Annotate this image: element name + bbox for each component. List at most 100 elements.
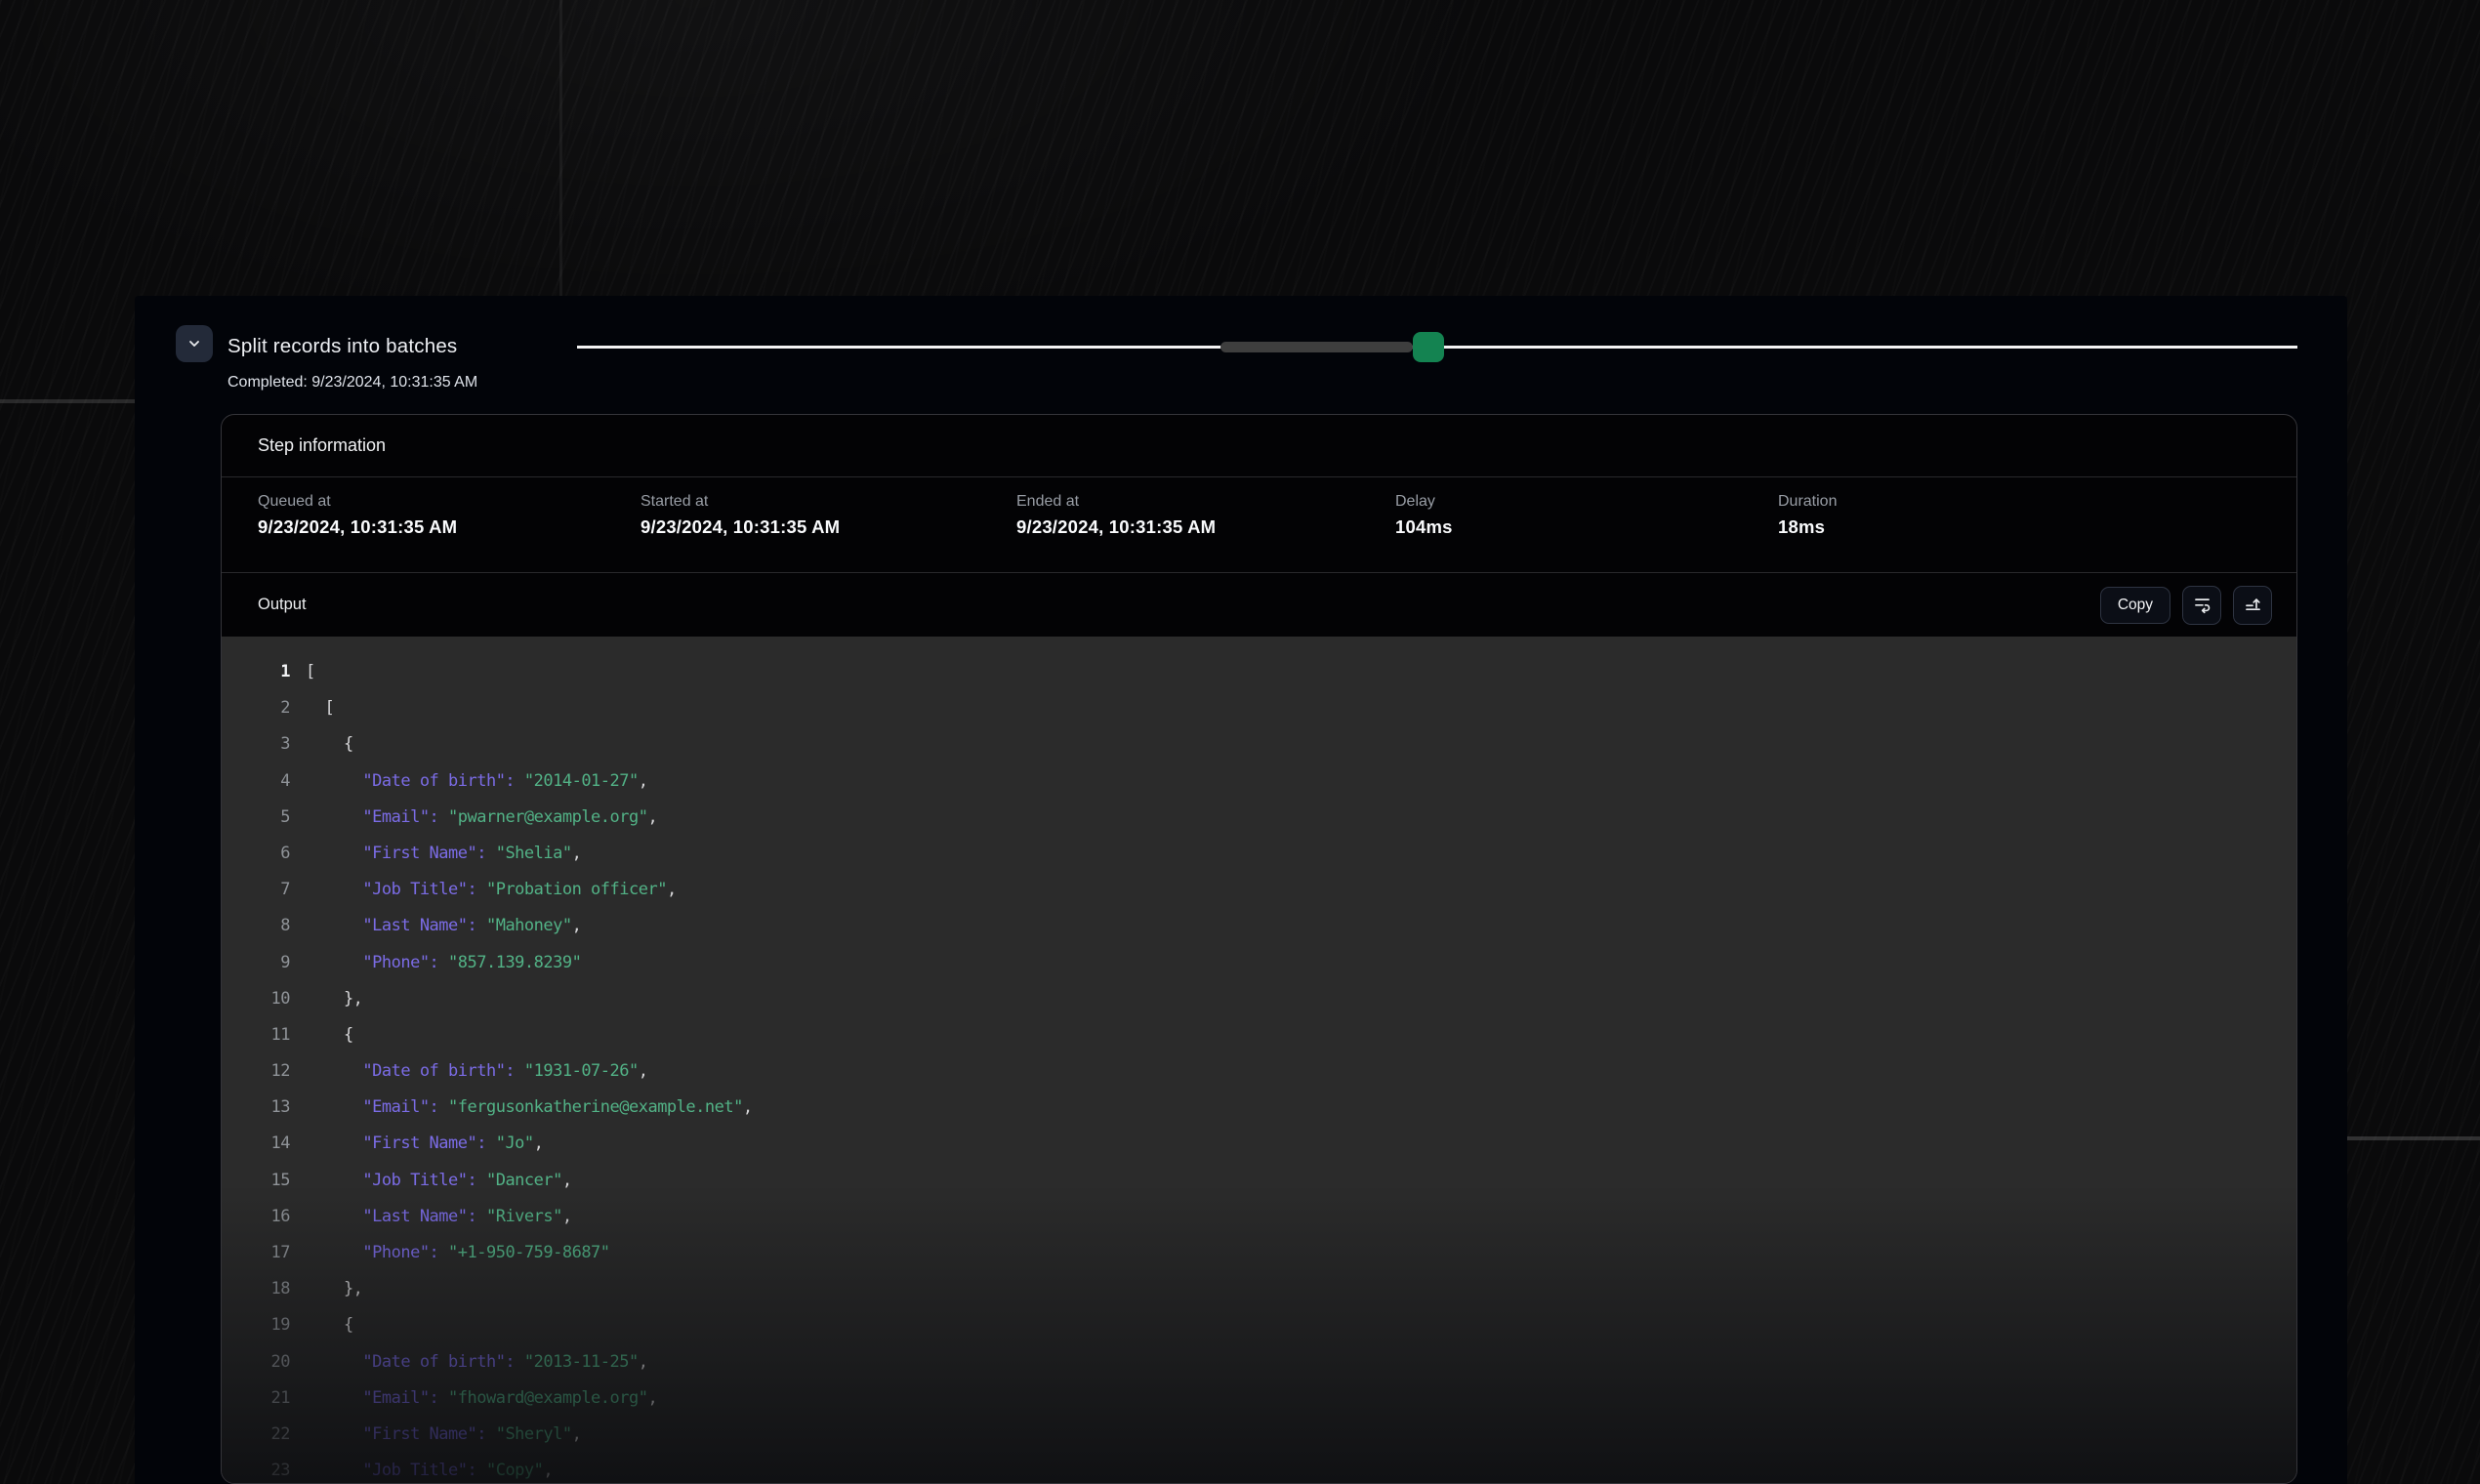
code-line: 12 "Date of birth": "1931-07-26", bbox=[222, 1053, 2296, 1090]
code-text: "Email": "fergusonkatherine@example.net"… bbox=[306, 1090, 753, 1126]
collapse-step-button[interactable] bbox=[176, 325, 213, 362]
step-detail-panel: Split records into batches Completed: 9/… bbox=[135, 296, 2347, 1484]
stat-value: 104ms bbox=[1395, 516, 1778, 538]
line-number: 8 bbox=[222, 908, 290, 944]
line-number: 22 bbox=[222, 1417, 290, 1453]
stat-ended-at: Ended at 9/23/2024, 10:31:35 AM bbox=[1016, 477, 1395, 572]
step-information-card: Step information Queued at9/23/2024, 10:… bbox=[221, 414, 2297, 1484]
desktop-background: Split records into batches Completed: 9/… bbox=[0, 0, 2480, 1484]
output-code-viewer[interactable]: 1[2 [3 {4 "Date of birth": "2014-01-27",… bbox=[222, 637, 2296, 1484]
code-line: 1[ bbox=[222, 654, 2296, 690]
line-number: 19 bbox=[222, 1307, 290, 1343]
code-text: "Email": "fhoward@example.org", bbox=[306, 1381, 657, 1417]
line-number: 5 bbox=[222, 800, 290, 836]
line-number: 10 bbox=[222, 981, 290, 1017]
code-text: "Last Name": "Rivers", bbox=[306, 1199, 572, 1235]
code-text: "Date of birth": "2014-01-27", bbox=[306, 763, 647, 800]
scroll-to-top-icon bbox=[2243, 594, 2263, 617]
stat-value: 18ms bbox=[1778, 516, 2296, 538]
code-text: "First Name": "Shelia", bbox=[306, 836, 581, 872]
code-line: 14 "First Name": "Jo", bbox=[222, 1126, 2296, 1162]
code-line: 3 { bbox=[222, 726, 2296, 763]
code-line: 23 "Job Title": "Copy", bbox=[222, 1453, 2296, 1484]
code-text: "Phone": "+1-950-759-8687" bbox=[306, 1235, 610, 1271]
code-text: }, bbox=[306, 981, 362, 1017]
code-line: 7 "Job Title": "Probation officer", bbox=[222, 872, 2296, 908]
background-vertical-line bbox=[559, 0, 562, 296]
stat-delay: Delay 104ms bbox=[1395, 477, 1778, 572]
code-text: "First Name": "Jo", bbox=[306, 1126, 543, 1162]
wrap-text-button[interactable] bbox=[2182, 586, 2221, 625]
code-text: "Date of birth": "1931-07-26", bbox=[306, 1053, 647, 1090]
step-title: Split records into batches bbox=[227, 335, 457, 358]
code-line: 13 "Email": "fergusonkatherine@example.n… bbox=[222, 1090, 2296, 1126]
code-line: 5 "Email": "pwarner@example.org", bbox=[222, 800, 2296, 836]
code-line: 16 "Last Name": "Rivers", bbox=[222, 1199, 2296, 1235]
code-line: 4 "Date of birth": "2014-01-27", bbox=[222, 763, 2296, 800]
code-line: 21 "Email": "fhoward@example.org", bbox=[222, 1381, 2296, 1417]
line-number: 23 bbox=[222, 1453, 290, 1484]
output-toolbar: Output Copy bbox=[222, 572, 2296, 637]
line-number: 4 bbox=[222, 763, 290, 800]
line-number: 18 bbox=[222, 1271, 290, 1307]
code-text: { bbox=[306, 1307, 353, 1343]
output-actions: Copy bbox=[2100, 586, 2272, 625]
code-text: "Phone": "857.139.8239" bbox=[306, 945, 581, 981]
code-line: 2 [ bbox=[222, 690, 2296, 726]
stat-label: Ended at bbox=[1016, 493, 1395, 511]
step-status-text: Completed: 9/23/2024, 10:31:35 AM bbox=[227, 374, 477, 392]
copy-output-button[interactable]: Copy bbox=[2100, 587, 2170, 624]
background-horizontal-line-left bbox=[0, 399, 135, 403]
line-number: 7 bbox=[222, 872, 290, 908]
line-number: 16 bbox=[222, 1199, 290, 1235]
code-line: 19 { bbox=[222, 1307, 2296, 1343]
code-text: "Job Title": "Copy", bbox=[306, 1453, 553, 1484]
code-text: "Date of birth": "2013-11-25", bbox=[306, 1344, 647, 1381]
line-number: 11 bbox=[222, 1017, 290, 1053]
code-line: 8 "Last Name": "Mahoney", bbox=[222, 908, 2296, 944]
line-number: 6 bbox=[222, 836, 290, 872]
stat-label: Duration bbox=[1778, 493, 2296, 511]
timeline-slider-handle[interactable] bbox=[1413, 332, 1444, 362]
stat-started-at: Started at 9/23/2024, 10:31:35 AM bbox=[641, 477, 1016, 572]
line-number: 21 bbox=[222, 1381, 290, 1417]
stat-queued-at: Queued at 9/23/2024, 10:31:35 AM bbox=[258, 477, 641, 572]
stat-value: 9/23/2024, 10:31:35 AM bbox=[1016, 516, 1395, 538]
step-information-header: Step information bbox=[222, 415, 2296, 477]
line-number: 12 bbox=[222, 1053, 290, 1090]
line-number: 13 bbox=[222, 1090, 290, 1126]
scroll-to-top-button[interactable] bbox=[2233, 586, 2272, 625]
code-line: 17 "Phone": "+1-950-759-8687" bbox=[222, 1235, 2296, 1271]
line-number: 1 bbox=[222, 654, 290, 690]
stat-value: 9/23/2024, 10:31:35 AM bbox=[258, 516, 641, 538]
timeline-track-segment[interactable] bbox=[1220, 342, 1413, 352]
code-line: 18 }, bbox=[222, 1271, 2296, 1307]
line-number: 20 bbox=[222, 1344, 290, 1381]
code-text: "Last Name": "Mahoney", bbox=[306, 908, 581, 944]
stat-label: Delay bbox=[1395, 493, 1778, 511]
output-title: Output bbox=[258, 596, 307, 614]
code-text: { bbox=[306, 1017, 353, 1053]
code-text: [ bbox=[306, 690, 334, 726]
stat-label: Queued at bbox=[258, 493, 641, 511]
code-text: "First Name": "Sheryl", bbox=[306, 1417, 581, 1453]
code-line: 20 "Date of birth": "2013-11-25", bbox=[222, 1344, 2296, 1381]
code-line: 10 }, bbox=[222, 981, 2296, 1017]
code-text: }, bbox=[306, 1271, 362, 1307]
stat-label: Started at bbox=[641, 493, 1016, 511]
line-number: 14 bbox=[222, 1126, 290, 1162]
stat-duration: Duration 18ms bbox=[1778, 477, 2296, 572]
code-text: "Job Title": "Dancer", bbox=[306, 1163, 572, 1199]
code-text: "Job Title": "Probation officer", bbox=[306, 872, 677, 908]
step-information-title: Step information bbox=[258, 435, 386, 456]
line-number: 3 bbox=[222, 726, 290, 763]
code-line: 9 "Phone": "857.139.8239" bbox=[222, 945, 2296, 981]
background-horizontal-line-right bbox=[2347, 1136, 2480, 1140]
code-text: { bbox=[306, 726, 353, 763]
chevron-down-icon bbox=[186, 336, 202, 351]
code-line: 22 "First Name": "Sheryl", bbox=[222, 1417, 2296, 1453]
code-text: [ bbox=[306, 654, 315, 690]
stat-value: 9/23/2024, 10:31:35 AM bbox=[641, 516, 1016, 538]
line-number: 2 bbox=[222, 690, 290, 726]
line-number: 15 bbox=[222, 1163, 290, 1199]
